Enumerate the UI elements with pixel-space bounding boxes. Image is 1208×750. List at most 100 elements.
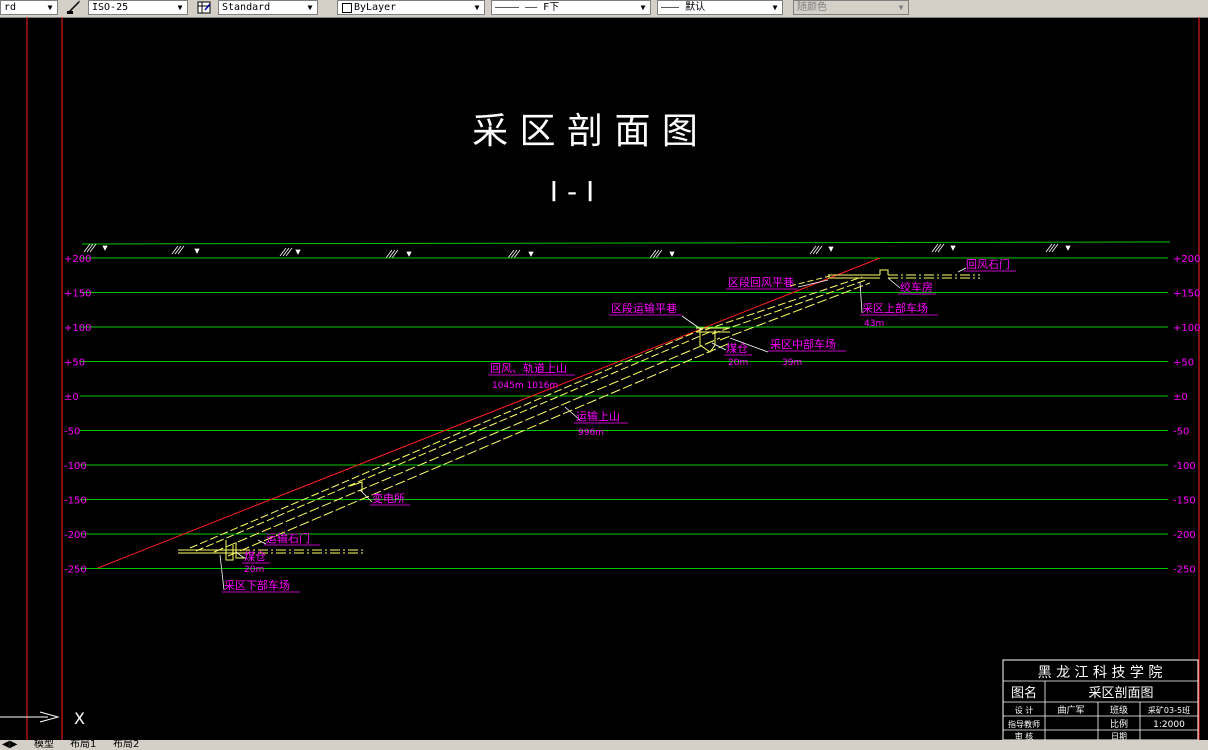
tab-nav-icon[interactable]: ◀▶ bbox=[2, 740, 17, 750]
elevation-label-right: -200 bbox=[1173, 530, 1196, 541]
title-block-review-label: 审 核 bbox=[1015, 731, 1034, 740]
label-haul-rise: 运输上山 bbox=[576, 409, 620, 423]
elevation-label-left: -250 bbox=[64, 565, 87, 576]
ucs-icon: X bbox=[0, 709, 85, 728]
label-winch-room: 绞车房 bbox=[900, 280, 933, 294]
chevron-down-icon: ▼ bbox=[898, 3, 904, 12]
lineweight-combo[interactable]: ——— 默认 ▼ bbox=[657, 0, 783, 15]
surface-triangle-icon bbox=[1065, 245, 1071, 251]
elevation-label-right: +150 bbox=[1173, 289, 1200, 300]
tab-model[interactable]: 模型 bbox=[34, 740, 54, 750]
dim-style-value: ISO-25 bbox=[92, 2, 129, 13]
chevron-down-icon: ▼ bbox=[177, 3, 183, 12]
plot-style-combo[interactable]: 随颜色 ▼ bbox=[793, 0, 909, 15]
chevron-down-icon: ▼ bbox=[47, 3, 53, 12]
plot-style-value: 随颜色 bbox=[797, 2, 827, 13]
title-block-school: 黑 龙 江 科 技 学 院 bbox=[1038, 665, 1163, 681]
title-block-name-value: 采区剖面图 bbox=[1088, 686, 1153, 701]
dim-style-combo[interactable]: ISO-25 ▼ bbox=[88, 0, 188, 15]
chevron-down-icon: ▼ bbox=[640, 3, 646, 12]
tab-layout2[interactable]: 布局2 bbox=[113, 740, 139, 750]
title-block-drafter-value: 曲广军 bbox=[1057, 704, 1084, 716]
title-block-drafter-label: 设 计 bbox=[1015, 705, 1034, 715]
surface-triangle-icon bbox=[828, 246, 834, 252]
layout-tab-bar: ◀▶ 模型 布局1 布局2 bbox=[0, 740, 1208, 750]
title-block-class-label: 班级 bbox=[1110, 704, 1128, 716]
surface-hatch-icon bbox=[385, 249, 399, 259]
label-return-track-rise: 回风、轨道上山 bbox=[490, 361, 567, 375]
title-block-scale-value: 1:2000 bbox=[1153, 720, 1185, 730]
elevation-label-right: ±0 bbox=[1173, 392, 1188, 403]
surface-hatch-icon bbox=[507, 249, 521, 259]
elevation-label-left: +150 bbox=[64, 289, 91, 300]
title-block-date-label: 日期 bbox=[1111, 732, 1127, 740]
elevation-label-left: -150 bbox=[64, 496, 87, 507]
title-block: 黑 龙 江 科 技 学 院 图名 采区剖面图 设 计 曲广军 班级 采矿03-5… bbox=[1002, 659, 1199, 740]
label-section-return: 区段回风平巷 bbox=[728, 275, 794, 289]
label-return-stone-gate: 回风石门 bbox=[966, 257, 1010, 271]
elevation-label-right: +50 bbox=[1173, 358, 1194, 369]
elevation-label-right: +200 bbox=[1173, 254, 1200, 265]
label-middle-yard: 采区中部车场 bbox=[770, 337, 836, 351]
title-block-scale-label: 比例 bbox=[1110, 718, 1128, 730]
leader-substation bbox=[359, 489, 373, 503]
upper-yard-track bbox=[828, 274, 880, 279]
title-block-name-label: 图名 bbox=[1011, 685, 1037, 701]
coal-seam-line bbox=[97, 257, 881, 569]
color-swatch-icon bbox=[342, 3, 352, 13]
color-control-combo[interactable]: ByLayer ▼ bbox=[337, 0, 485, 15]
surface-triangle-icon bbox=[669, 251, 675, 257]
table-style-icon[interactable] bbox=[196, 0, 212, 15]
surface-hatch-icon bbox=[649, 249, 663, 259]
label-coal-bin-low: 煤仓 bbox=[244, 549, 266, 563]
linetype-combo[interactable]: ———— —— F下 ▼ bbox=[491, 0, 651, 15]
elevation-label-left: -200 bbox=[64, 530, 87, 541]
chevron-down-icon: ▼ bbox=[307, 3, 313, 12]
linetype-value: ———— —— F下 bbox=[495, 2, 560, 13]
chevron-down-icon: ▼ bbox=[772, 3, 778, 12]
elevation-label-right: -250 bbox=[1173, 565, 1196, 576]
elevation-label-right: +100 bbox=[1173, 323, 1200, 334]
label-return-track-len: 1045m 1016m bbox=[492, 381, 558, 391]
tab-layout1[interactable]: 布局1 bbox=[70, 740, 96, 750]
label-middle-yard-len: 39m bbox=[782, 358, 802, 368]
table-style-value: Standard bbox=[222, 2, 271, 13]
label-haul-stone-gate: 运输石门 bbox=[266, 531, 310, 545]
leader-section-haul bbox=[681, 315, 703, 331]
label-substation: 变电所 bbox=[372, 491, 405, 505]
section-title: I - I bbox=[550, 175, 594, 208]
elevation-label-left: -50 bbox=[64, 427, 80, 438]
ucs-x-label: X bbox=[74, 709, 85, 728]
surface-triangle-icon bbox=[102, 245, 108, 251]
surface-triangle-icon bbox=[194, 248, 200, 254]
surface-markers bbox=[83, 243, 1071, 259]
drawing-title: 采 区 剖 面 图 bbox=[472, 111, 698, 152]
haul-rise-roadway-2 bbox=[227, 342, 731, 557]
elevation-label-right: -150 bbox=[1173, 496, 1196, 507]
dimension-style-icon[interactable] bbox=[66, 0, 82, 15]
label-section-haul: 区段运输平巷 bbox=[611, 301, 677, 315]
label-coal-bin-mid-len: 20m bbox=[728, 358, 748, 368]
surface-hatch-icon bbox=[279, 247, 293, 257]
surface-triangle-icon bbox=[528, 251, 534, 257]
elevation-label-left: +100 bbox=[64, 323, 91, 334]
surface-triangle-icon bbox=[295, 249, 301, 255]
roadway-labels: 回风石门 绞车房 采区上部车场 43m 区段回风平巷 区段运输平巷 煤仓 20m… bbox=[222, 257, 1016, 593]
lineweight-value: ——— 默认 bbox=[661, 2, 706, 13]
label-haul-rise-len: 996m bbox=[578, 428, 604, 438]
surface-triangle-icon bbox=[406, 251, 412, 257]
chevron-down-icon: ▼ bbox=[474, 3, 480, 12]
color-value: ByLayer bbox=[354, 2, 397, 13]
title-block-class-value: 采矿03-5班 bbox=[1148, 705, 1190, 715]
properties-toolbar: rd ▼ ISO-25 ▼ Standard ▼ ByLayer ▼ ———— … bbox=[0, 0, 1208, 18]
drawing-canvas[interactable]: 采 区 剖 面 图 I - I +200 +200 +150 +150 +100 +100… bbox=[0, 17, 1208, 740]
elevation-label-right: -100 bbox=[1173, 461, 1196, 472]
ground-surface-line bbox=[81, 241, 1171, 245]
text-style-combo[interactable]: rd ▼ bbox=[0, 0, 58, 15]
label-coal-bin-low-len: 20m bbox=[244, 565, 264, 575]
title-block-advisor-label: 指导教师 bbox=[1008, 719, 1040, 729]
elevation-label-left: -100 bbox=[64, 461, 87, 472]
table-style-combo[interactable]: Standard ▼ bbox=[218, 0, 318, 15]
surface-triangle-icon bbox=[950, 245, 956, 251]
leader-section-return bbox=[797, 279, 829, 288]
